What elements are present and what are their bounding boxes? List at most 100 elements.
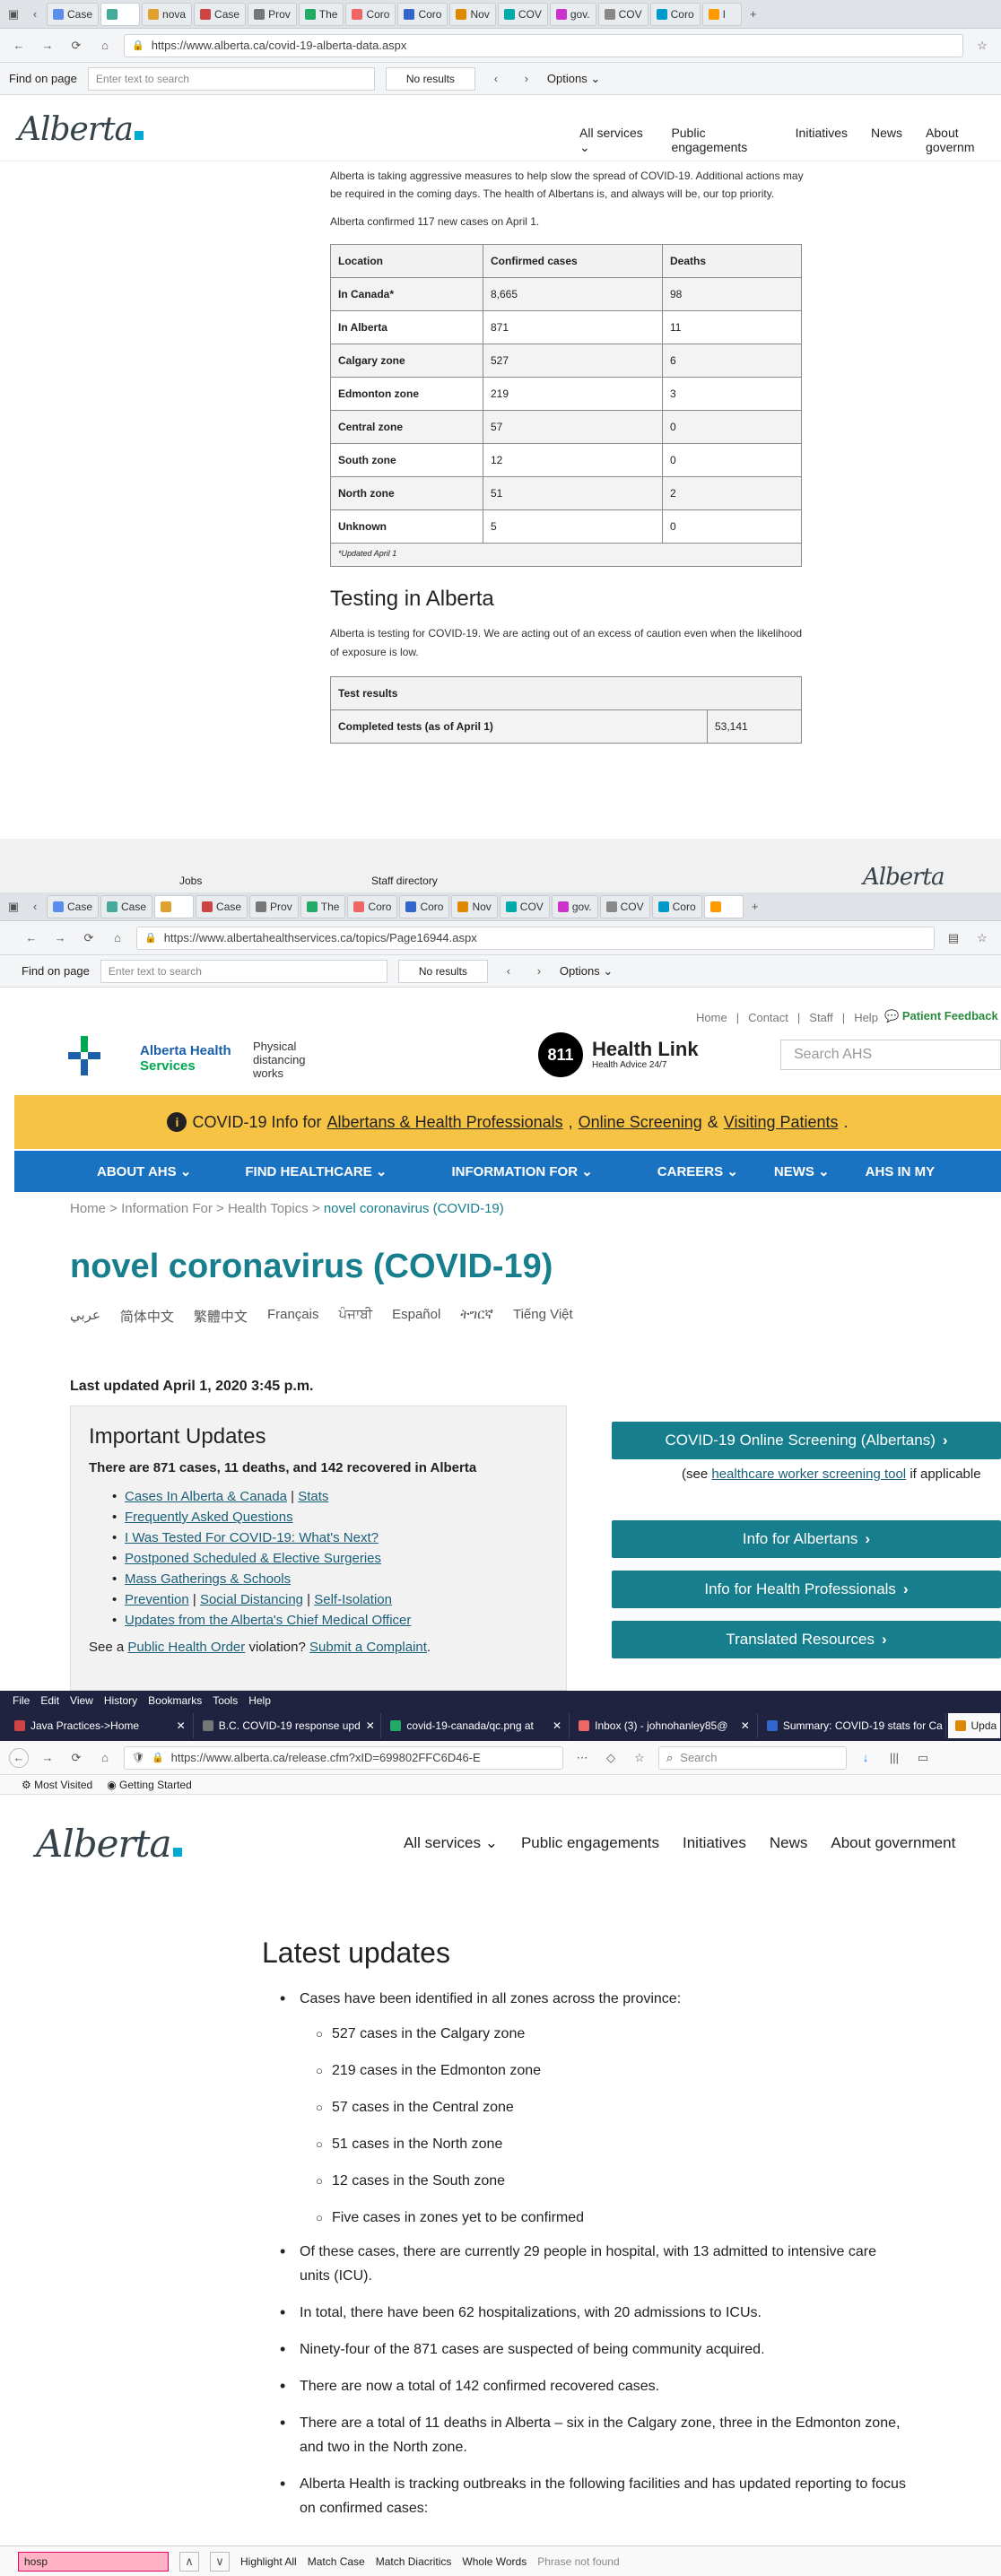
banner-link-albertans[interactable]: Albertans & Health Professionals	[327, 1113, 563, 1132]
address-bar[interactable]: 🔒 https://www.albertahealthservices.ca/t…	[136, 926, 935, 950]
sidebar-icon[interactable]: ▭	[913, 1748, 933, 1768]
browser-tab[interactable]: covid-19-canada/qc.png at ✕	[383, 1713, 570, 1738]
nav-item[interactable]: Public engagements	[671, 126, 771, 155]
update-link[interactable]: Mass Gatherings & Schools	[125, 1571, 291, 1587]
breadcrumb-item[interactable]: Home	[70, 1201, 106, 1216]
browser-tab[interactable]: Coro	[397, 2, 448, 26]
update-link[interactable]: Prevention	[125, 1592, 189, 1607]
menu-item[interactable]: Edit	[40, 1694, 59, 1707]
nav-item[interactable]: AHS IN MY	[866, 1164, 936, 1179]
close-tab-icon[interactable]: ✕	[366, 1719, 375, 1732]
language-link[interactable]: Français	[267, 1307, 319, 1326]
home-icon[interactable]: ⌂	[95, 36, 115, 56]
nav-item[interactable]: CAREERS ⌄	[657, 1163, 738, 1179]
language-link[interactable]: Español	[392, 1307, 440, 1326]
library-icon[interactable]: |||	[884, 1748, 904, 1768]
tab-actions-icon[interactable]: ▣	[4, 4, 23, 24]
banner-link-visiting[interactable]: Visiting Patients	[724, 1113, 839, 1132]
menu-item[interactable]: View	[70, 1694, 93, 1707]
update-link[interactable]: Self-Isolation	[314, 1592, 392, 1607]
browser-tab[interactable]	[100, 2, 141, 26]
patient-feedback-link[interactable]: 💬 Patient Feedback	[884, 1009, 998, 1023]
nav-item[interactable]: FIND HEALTHCARE ⌄	[245, 1163, 387, 1179]
back-icon[interactable]: ←	[9, 36, 29, 56]
browser-tab[interactable]: Case	[47, 2, 100, 26]
public-health-order-link[interactable]: Public Health Order	[127, 1640, 245, 1655]
browser-tab[interactable]: B.C. COVID-19 response upd ✕	[196, 1713, 382, 1738]
footer-jobs-link[interactable]: Jobs	[179, 875, 202, 887]
find-input[interactable]: hosp	[18, 2551, 169, 2572]
browser-tab[interactable]: Coro	[649, 2, 701, 26]
find-prev-icon[interactable]: ∧	[179, 2551, 199, 2572]
update-link[interactable]: I Was Tested For COVID-19: What's Next?	[125, 1530, 379, 1545]
find-options[interactable]: Options ⌄	[547, 72, 600, 86]
reading-view-icon[interactable]: ▤	[944, 928, 963, 948]
forward-icon[interactable]: →	[50, 928, 70, 948]
browser-tab[interactable]: COV	[499, 894, 550, 918]
language-link[interactable]: 简体中文	[120, 1307, 174, 1326]
find-next-icon[interactable]: ›	[529, 962, 549, 981]
forward-icon[interactable]: →	[38, 36, 57, 56]
browser-tab[interactable]: The	[300, 894, 346, 918]
worker-screening-link[interactable]: healthcare worker screening tool	[711, 1466, 906, 1482]
top-link[interactable]: Staff	[809, 1011, 833, 1024]
close-tab-icon[interactable]: ✕	[553, 1719, 561, 1732]
address-bar[interactable]: 🛡 🔒 https://www.alberta.ca/release.cfm?x…	[124, 1745, 563, 1770]
browser-tab[interactable]: Summary: COVID-19 stats for Ca✕	[760, 1713, 946, 1738]
update-link[interactable]: Stats	[298, 1489, 328, 1504]
bookmark-star-icon[interactable]: ☆	[630, 1748, 649, 1768]
alberta-logo[interactable]: Alberta	[18, 111, 144, 148]
find-input[interactable]: Enter text to search	[100, 959, 387, 983]
browser-tab[interactable]: COV	[597, 2, 648, 26]
match-diacritics-toggle[interactable]: Match Diacritics	[376, 2555, 452, 2568]
language-link[interactable]: Tiếng Việt	[513, 1307, 573, 1326]
update-link[interactable]: Social Distancing	[200, 1592, 303, 1607]
browser-tab[interactable]: Case	[196, 894, 248, 918]
new-tab-icon[interactable]: +	[745, 897, 765, 917]
update-link[interactable]: Cases In Alberta & Canada	[125, 1489, 287, 1504]
browser-tab[interactable]: Java Practices->Home ✕	[7, 1713, 194, 1738]
browser-tab[interactable]: Nov	[449, 2, 496, 26]
home-icon[interactable]: ⌂	[108, 928, 127, 948]
nav-item[interactable]: NEWS ⌄	[774, 1163, 830, 1179]
whole-words-toggle[interactable]: Whole Words	[462, 2555, 527, 2568]
find-prev-icon[interactable]: ‹	[486, 69, 506, 89]
reload-icon[interactable]: ⟳	[66, 36, 86, 56]
pocket-icon[interactable]: ◇	[601, 1748, 621, 1768]
browser-tab[interactable]: COV	[599, 894, 650, 918]
language-link[interactable]: ትግርኛ	[460, 1307, 493, 1326]
browser-tab[interactable]: Coro	[347, 894, 398, 918]
ahs-search-input[interactable]: Search AHS	[780, 1040, 1001, 1070]
new-tab-icon[interactable]: +	[744, 4, 763, 24]
nav-item[interactable]: INFORMATION FOR ⌄	[452, 1163, 593, 1179]
close-tab-icon[interactable]: ✕	[741, 1719, 750, 1732]
banner-link-screening[interactable]: Online Screening	[579, 1113, 702, 1132]
menu-item[interactable]: Bookmarks	[148, 1694, 202, 1707]
language-link[interactable]: 繁體中文	[194, 1307, 248, 1326]
nav-item[interactable]: Public engagements	[521, 1834, 659, 1852]
download-icon[interactable]: ↓	[856, 1748, 875, 1768]
reload-icon[interactable]: ⟳	[66, 1748, 86, 1768]
language-link[interactable]: ਪੰਜਾਬੀ	[338, 1307, 372, 1326]
alberta-logo[interactable]: Alberta	[36, 1822, 182, 1866]
footer-staff-link[interactable]: Staff directory	[371, 875, 438, 887]
browser-tab[interactable]: Case	[194, 2, 247, 26]
language-link[interactable]: عربي	[70, 1307, 100, 1326]
browser-tab[interactable]: Coro	[651, 894, 702, 918]
browser-tab[interactable]: Inbox (3) - johnohanley85@ ✕	[571, 1713, 758, 1738]
tab-back-icon[interactable]: ‹	[25, 4, 45, 24]
top-link[interactable]: Contact	[748, 1011, 788, 1024]
nav-item[interactable]: About governm	[926, 126, 1001, 155]
page-actions-icon[interactable]: ⋯	[572, 1748, 592, 1768]
back-icon[interactable]: ←	[9, 1747, 29, 1768]
search-box[interactable]: ⌕ Search	[658, 1745, 847, 1770]
breadcrumb-item[interactable]: Information For	[121, 1201, 213, 1216]
reload-icon[interactable]: ⟳	[79, 928, 99, 948]
ahs-logo[interactable]: Alberta Health Services	[68, 1032, 231, 1079]
top-link[interactable]: Home	[696, 1011, 727, 1024]
back-icon[interactable]: ←	[22, 928, 41, 948]
match-case-toggle[interactable]: Match Case	[308, 2555, 365, 2568]
nav-item[interactable]: News	[770, 1834, 808, 1852]
health-link-logo[interactable]: 811 Health Link Health Advice 24/7	[538, 1032, 718, 1077]
find-prev-icon[interactable]: ‹	[499, 962, 518, 981]
